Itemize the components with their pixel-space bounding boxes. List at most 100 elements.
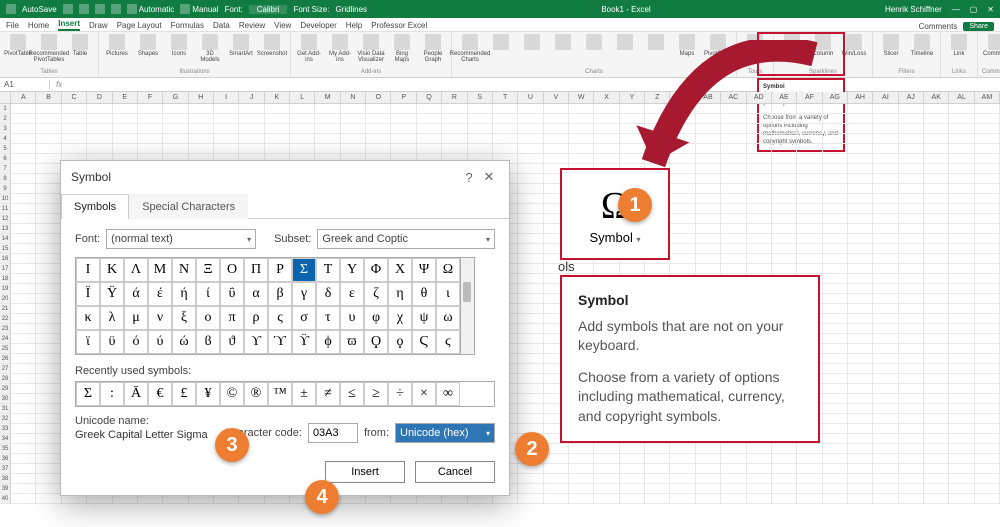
col-head[interactable]: A [11,92,36,104]
cell[interactable] [823,464,848,474]
cell[interactable] [848,124,873,134]
cell[interactable] [975,244,1000,254]
cell[interactable] [645,134,670,144]
cell[interactable] [36,224,61,234]
col-head[interactable]: R [442,92,467,104]
cell[interactable] [569,144,594,154]
row-head[interactable]: 37 [0,464,11,474]
cell[interactable] [11,494,36,504]
cell[interactable] [620,264,645,274]
cell[interactable] [949,284,974,294]
cell[interactable] [11,234,36,244]
cell[interactable] [138,144,163,154]
cell[interactable] [899,234,924,244]
cell[interactable] [975,314,1000,324]
cell[interactable] [696,174,721,184]
cell[interactable] [670,104,695,114]
cell[interactable] [848,374,873,384]
cell[interactable] [975,454,1000,464]
cell[interactable] [391,104,416,114]
cell[interactable] [924,204,949,214]
cell[interactable] [670,254,695,264]
char-cell[interactable]: μ [124,306,148,330]
cell[interactable] [848,334,873,344]
cell[interactable] [594,444,619,454]
cell[interactable] [36,194,61,204]
char-cell[interactable]: θ [412,282,436,306]
cell[interactable] [518,284,543,294]
cell[interactable] [11,404,36,414]
cell[interactable] [620,114,645,124]
recent-char-cell[interactable]: € [148,382,172,406]
tab-developer[interactable]: Developer [300,20,336,31]
cell[interactable] [823,404,848,414]
row-head[interactable]: 35 [0,444,11,454]
cell[interactable] [138,114,163,124]
char-cell[interactable]: Λ [124,258,148,282]
cell[interactable] [797,264,822,274]
char-cell[interactable]: ε [340,282,364,306]
cell[interactable] [848,384,873,394]
cell[interactable] [468,124,493,134]
cell[interactable] [36,164,61,174]
cell[interactable] [36,434,61,444]
cell[interactable] [924,104,949,114]
cell[interactable] [62,124,87,134]
col-head[interactable]: Z [645,92,670,104]
cell[interactable] [924,474,949,484]
cell[interactable] [645,464,670,474]
cell[interactable] [696,194,721,204]
cell[interactable] [975,144,1000,154]
cell[interactable] [214,144,239,154]
cell[interactable] [975,194,1000,204]
recent-char-cell[interactable]: ∞ [436,382,460,406]
cell[interactable] [11,194,36,204]
char-cell[interactable]: ώ [172,330,196,354]
cell[interactable] [899,454,924,464]
cell[interactable] [36,344,61,354]
cell[interactable] [620,144,645,154]
cell[interactable] [949,404,974,414]
cell[interactable] [214,104,239,114]
cell[interactable] [366,124,391,134]
cell[interactable] [670,244,695,254]
cell[interactable] [518,404,543,414]
cell[interactable] [36,444,61,454]
cell[interactable] [696,214,721,224]
cell[interactable] [189,124,214,134]
cell[interactable] [899,274,924,284]
cell[interactable] [518,264,543,274]
cell[interactable] [747,204,772,214]
cell[interactable] [899,434,924,444]
cell[interactable] [11,144,36,154]
cell[interactable] [214,124,239,134]
cell[interactable] [949,164,974,174]
cell[interactable] [899,124,924,134]
ribbon-icons[interactable]: Icons [165,34,193,57]
cell[interactable] [848,224,873,234]
cell[interactable] [949,354,974,364]
row-head[interactable]: 24 [0,334,11,344]
cell[interactable] [670,154,695,164]
cell[interactable] [848,484,873,494]
cell[interactable] [823,174,848,184]
col-head[interactable]: C [62,92,87,104]
cell[interactable] [949,224,974,234]
cell[interactable] [924,414,949,424]
cell[interactable] [823,264,848,274]
cell[interactable] [11,104,36,114]
cell[interactable] [949,484,974,494]
cell[interactable] [949,364,974,374]
cell[interactable] [924,384,949,394]
cell[interactable] [87,134,112,144]
cell[interactable] [848,474,873,484]
cell[interactable] [518,344,543,354]
cell[interactable] [721,494,746,504]
char-cell[interactable]: λ [100,306,124,330]
char-cell[interactable]: ϓ [268,330,292,354]
cell[interactable] [645,154,670,164]
tab-insert[interactable]: Insert [58,18,80,31]
char-cell[interactable]: ρ [244,306,268,330]
char-cell[interactable]: ϑ [220,330,244,354]
cell[interactable] [518,384,543,394]
